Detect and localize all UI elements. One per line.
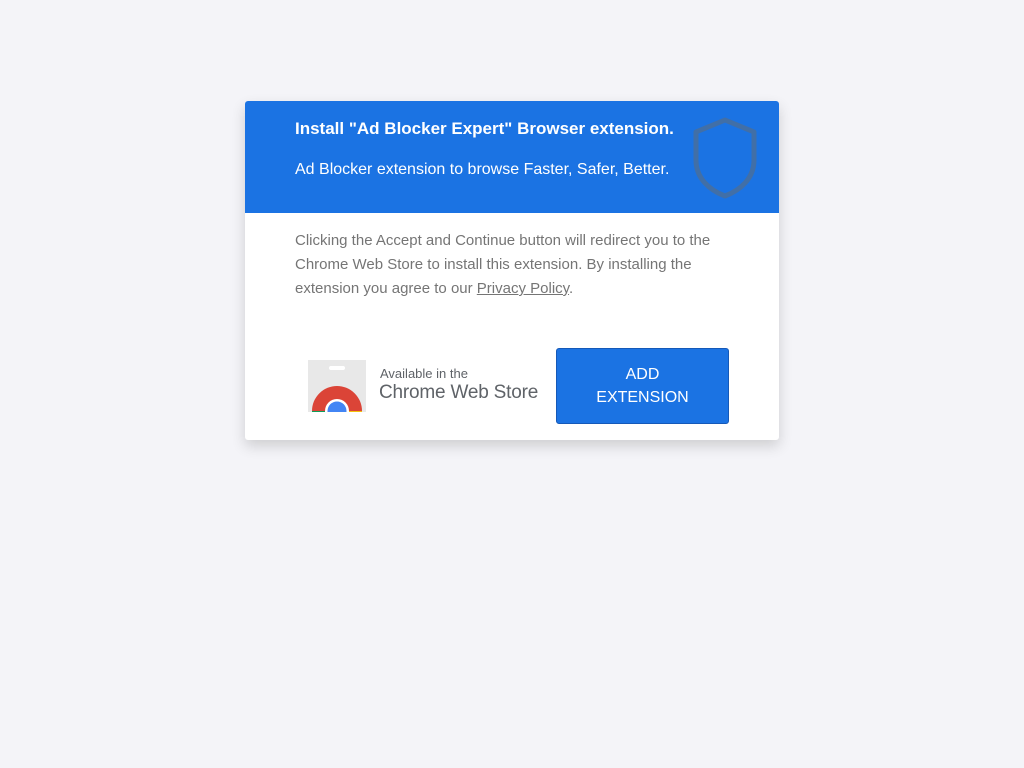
body-text-end: . [569, 280, 574, 297]
chrome-web-store-icon [308, 360, 366, 412]
dialog-body: Clicking the Accept and Continue button … [245, 213, 779, 301]
badge-available-text: Available in the [380, 366, 468, 381]
badge-store-name: Chrome Web Store [379, 382, 539, 403]
dialog-subtitle: Ad Blocker extension to browse Faster, S… [295, 161, 670, 178]
dialog-title: Install "Ad Blocker Expert" Browser exte… [295, 119, 674, 138]
shield-icon [693, 117, 757, 199]
add-extension-button[interactable]: ADD EXTENSION [556, 348, 729, 424]
install-dialog: Install "Ad Blocker Expert" Browser exte… [245, 101, 779, 440]
chrome-web-store-badge[interactable]: Available in the Chrome Web Store [308, 359, 538, 413]
privacy-policy-link[interactable]: Privacy Policy [477, 280, 569, 297]
dialog-header: Install "Ad Blocker Expert" Browser exte… [245, 101, 779, 213]
add-extension-button-line1: ADD [625, 366, 660, 383]
add-extension-button-line2: EXTENSION [596, 389, 689, 406]
